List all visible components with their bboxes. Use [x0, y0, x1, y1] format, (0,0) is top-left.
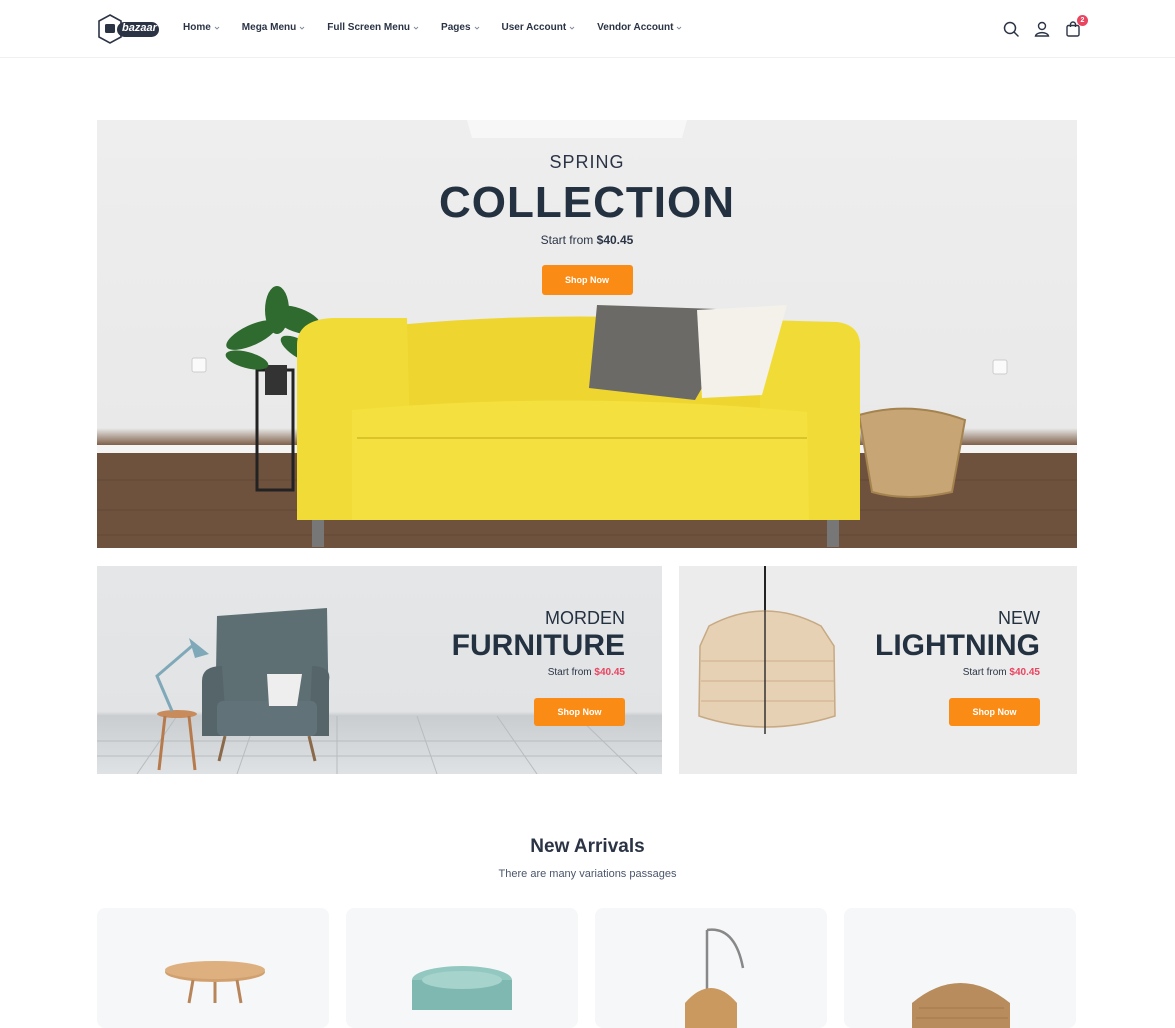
nav-full-screen-menu-label: Full Screen Menu — [327, 22, 411, 33]
hero-sub-prefix: Start from — [540, 233, 594, 247]
promo-lightning-title: LIGHTNING — [875, 629, 1040, 662]
new-arrivals-subtitle: There are many variations passages — [498, 868, 677, 880]
pouf-image — [412, 966, 512, 1010]
nav-vendor-account[interactable]: Vendor Account — [597, 22, 682, 33]
hero-banner: SPRING COLLECTION Start from $40.45 Shop… — [97, 120, 1077, 548]
nav-home[interactable]: Home — [183, 22, 220, 33]
side-table-image — [165, 961, 265, 1004]
promo-lightning-banner: NEW LIGHTNING Start from $40.45 Shop Now — [679, 566, 1077, 774]
promo-lightning-text: NEW LIGHTNING Start from $40.45 Shop Now — [875, 608, 1040, 726]
hero-text: SPRING COLLECTION Start from $40.45 Shop… — [97, 152, 1077, 295]
nav-user-account[interactable]: User Account — [502, 22, 576, 33]
wicker-chair-image — [912, 983, 1010, 1028]
hero-title: COLLECTION — [439, 178, 735, 227]
chevron-down-icon — [677, 26, 682, 30]
promo-furniture-banner: MORDEN FURNITURE Start from $40.45 Shop … — [97, 566, 662, 774]
site-header: bazaar Home Mega Menu Full Screen Menu P… — [0, 0, 1175, 58]
promo-furniture-price: $40.45 — [594, 667, 625, 678]
product-card[interactable] — [346, 908, 578, 1028]
hero-kicker: SPRING — [549, 152, 625, 172]
nav-home-label: Home — [183, 22, 211, 33]
new-arrivals-grid — [97, 908, 1076, 1028]
chevron-down-icon — [569, 26, 575, 30]
promo-furniture-subtitle: Start from $40.45 — [452, 667, 625, 678]
promo-furniture-title: FURNITURE — [451, 629, 625, 662]
nav-mega-menu[interactable]: Mega Menu — [242, 22, 305, 33]
promo-lightning-price: $40.45 — [1009, 667, 1040, 678]
nav-pages-label: Pages — [441, 22, 471, 33]
main-nav: Home Mega Menu Full Screen Menu Pages Us… — [183, 22, 704, 33]
product-card[interactable] — [97, 908, 329, 1028]
user-icon[interactable] — [1033, 20, 1051, 38]
hero-subtitle: Start from $40.45 — [97, 233, 1077, 247]
promo-lightning-sub-prefix: Start from — [962, 667, 1007, 678]
promo-furniture-kicker: MORDEN — [545, 608, 625, 628]
promo-furniture-sub-prefix: Start from — [547, 667, 592, 678]
logo-text: bazaar — [122, 22, 157, 34]
hero-price: $40.45 — [596, 233, 634, 247]
chevron-down-icon — [299, 26, 305, 30]
new-arrivals-title: New Arrivals — [530, 836, 645, 857]
chevron-down-icon — [413, 26, 419, 30]
promo-furniture-text: MORDEN FURNITURE Start from $40.45 Shop … — [452, 608, 625, 726]
cart-count-badge: 2 — [1077, 15, 1088, 26]
header-actions: 2 — [1002, 15, 1088, 38]
search-icon[interactable] — [1002, 20, 1020, 38]
hero-shop-now-button[interactable]: Shop Now — [541, 265, 633, 295]
chevron-down-icon — [214, 26, 220, 30]
promo-lightning-shop-now-button[interactable]: Shop Now — [949, 698, 1040, 726]
chevron-down-icon — [474, 26, 479, 30]
product-card[interactable] — [844, 908, 1076, 1028]
shopping-bag-icon[interactable]: 2 — [1064, 15, 1088, 38]
promo-lightning-subtitle: Start from $40.45 — [875, 667, 1040, 678]
product-card[interactable] — [595, 908, 827, 1028]
nav-vendor-account-label: Vendor Account — [597, 22, 674, 33]
promo-lightning-kicker: NEW — [998, 608, 1040, 628]
nav-user-account-label: User Account — [501, 22, 567, 33]
promo-furniture-shop-now-button[interactable]: Shop Now — [534, 698, 625, 726]
hanging-chair-image — [685, 928, 745, 1028]
bazaar-logo[interactable]: bazaar — [98, 14, 160, 44]
nav-pages[interactable]: Pages — [441, 22, 479, 33]
nav-full-screen-menu[interactable]: Full Screen Menu — [327, 22, 419, 33]
nav-mega-menu-label: Mega Menu — [241, 22, 297, 33]
